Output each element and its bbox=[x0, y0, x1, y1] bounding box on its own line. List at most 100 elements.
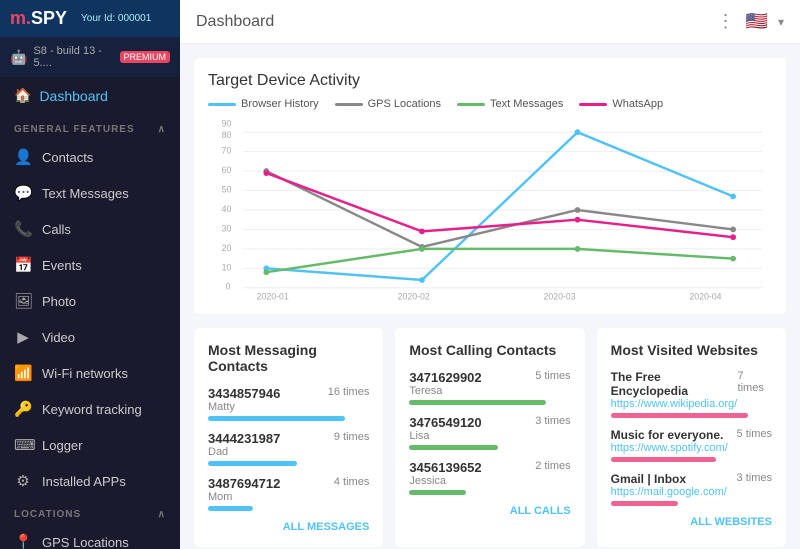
calling-contact-1-info: 3471629902 Teresa bbox=[409, 370, 481, 397]
website-bar-2 bbox=[611, 457, 716, 462]
website-2-url[interactable]: https://www.spotify.com/ bbox=[611, 442, 728, 454]
nav-item-wifi[interactable]: 📶 Wi-Fi networks bbox=[0, 355, 180, 391]
svg-text:90: 90 bbox=[222, 120, 232, 128]
messaging-contact-1-info: 3434857946 Matty bbox=[208, 386, 280, 413]
wifi-icon: 📶 bbox=[14, 364, 32, 382]
legend-color-gps bbox=[335, 103, 363, 106]
all-websites-link[interactable]: ALL WEBSITES bbox=[611, 516, 772, 528]
dashboard-label: Dashboard bbox=[39, 88, 108, 104]
all-messages-link[interactable]: ALL MESSAGES bbox=[208, 521, 369, 533]
topbar: Dashboard ⋮ 🇺🇸 ▾ bbox=[180, 0, 800, 44]
messaging-bar-2 bbox=[208, 461, 297, 466]
apps-icon: ⚙ bbox=[14, 472, 32, 490]
logo-area: m.SPY Your Id: 000001 bbox=[0, 0, 180, 37]
nav-item-contacts[interactable]: 👤 Contacts bbox=[0, 139, 180, 175]
flag-icon[interactable]: 🇺🇸 bbox=[746, 11, 768, 32]
nav-item-keyword-tracking[interactable]: 🔑 Keyword tracking bbox=[0, 391, 180, 427]
calling-contact-2-row: 3476549120 Lisa 3 times bbox=[409, 415, 570, 442]
calling-contact-3-row: 3456139652 Jessica 2 times bbox=[409, 460, 570, 487]
svg-text:40: 40 bbox=[222, 204, 232, 214]
legend-label-whatsapp: WhatsApp bbox=[612, 98, 663, 110]
svg-text:80: 80 bbox=[222, 130, 232, 140]
messaging-contact-1-name: Matty bbox=[208, 401, 280, 413]
messaging-bar-3 bbox=[208, 506, 253, 511]
video-icon: ▶ bbox=[14, 328, 32, 346]
messaging-contact-2-info: 3444231987 Dad bbox=[208, 431, 280, 458]
legend-label-gps: GPS Locations bbox=[368, 98, 441, 110]
website-1-info: The Free Encyclopedia https://www.wikipe… bbox=[611, 370, 738, 410]
all-calls-link[interactable]: ALL CALLS bbox=[409, 505, 570, 517]
messaging-contacts-card: Most Messaging Contacts 3434857946 Matty… bbox=[194, 328, 383, 547]
messaging-contact-3-number: 3487694712 bbox=[208, 476, 280, 491]
locations-label: LOCATIONS bbox=[14, 509, 81, 520]
calling-bar-3 bbox=[409, 490, 465, 495]
messaging-contact-1-row: 3434857946 Matty 16 times bbox=[208, 386, 369, 413]
calling-contact-2: 3476549120 Lisa 3 times bbox=[409, 415, 570, 450]
legend-gps: GPS Locations bbox=[335, 98, 441, 110]
gps-icon: 📍 bbox=[14, 533, 32, 549]
calling-contact-2-number: 3476549120 bbox=[409, 415, 481, 430]
device-name: S8 - build 13 - 5.... bbox=[33, 45, 109, 69]
legend-browser-history: Browser History bbox=[208, 98, 319, 110]
calling-contact-2-count: 3 times bbox=[535, 415, 570, 442]
calling-card-title: Most Calling Contacts bbox=[409, 342, 570, 358]
nav-item-logger[interactable]: ⌨ Logger bbox=[0, 427, 180, 463]
dots-menu[interactable]: ⋮ bbox=[717, 11, 736, 32]
calling-bar-1 bbox=[409, 400, 546, 405]
svg-text:2020-01: 2020-01 bbox=[257, 291, 289, 300]
svg-text:70: 70 bbox=[222, 146, 232, 156]
messaging-contact-2-row: 3444231987 Dad 9 times bbox=[208, 431, 369, 458]
website-1-url[interactable]: https://www.wikipedia.org/ bbox=[611, 398, 738, 410]
legend-color-whatsapp bbox=[579, 103, 607, 106]
logger-icon: ⌨ bbox=[14, 436, 32, 454]
website-2-count: 5 times bbox=[737, 428, 772, 440]
calling-contact-3-number: 3456139652 bbox=[409, 460, 481, 475]
nav-item-video[interactable]: ▶ Video bbox=[0, 319, 180, 355]
messaging-contact-2-count: 9 times bbox=[334, 431, 369, 458]
nav-item-photo[interactable]: 🖼 Photo bbox=[0, 283, 180, 319]
website-1: The Free Encyclopedia https://www.wikipe… bbox=[611, 370, 772, 418]
nav-item-text-messages[interactable]: 💬 Text Messages bbox=[0, 175, 180, 211]
text-messages-label: Text Messages bbox=[42, 186, 129, 201]
nav-item-gps[interactable]: 📍 GPS Locations bbox=[0, 524, 180, 549]
messaging-card-title: Most Messaging Contacts bbox=[208, 342, 369, 374]
nav-item-installed-apps[interactable]: ⚙ Installed APPs bbox=[0, 463, 180, 499]
page-title: Dashboard bbox=[196, 13, 274, 31]
website-3-info: Gmail | Inbox https://mail.google.com/ bbox=[611, 472, 727, 498]
calling-contact-3-info: 3456139652 Jessica bbox=[409, 460, 481, 487]
calling-contact-1-row: 3471629902 Teresa 5 times bbox=[409, 370, 570, 397]
legend-whatsapp: WhatsApp bbox=[579, 98, 663, 110]
websites-card: Most Visited Websites The Free Encyclope… bbox=[597, 328, 786, 547]
contacts-label: Contacts bbox=[42, 150, 93, 165]
chart-title: Target Device Activity bbox=[208, 72, 772, 90]
stats-cards-row: Most Messaging Contacts 3434857946 Matty… bbox=[194, 328, 786, 547]
collapse-icon[interactable]: ∧ bbox=[158, 124, 166, 135]
photo-icon: 🖼 bbox=[14, 292, 32, 310]
messages-icon: 💬 bbox=[14, 184, 32, 202]
locations-collapse-icon[interactable]: ∧ bbox=[158, 509, 166, 520]
legend-color-browser bbox=[208, 103, 236, 106]
calling-contact-3-count: 2 times bbox=[535, 460, 570, 487]
messaging-bar-1 bbox=[208, 416, 345, 421]
nav-item-events[interactable]: 📅 Events bbox=[0, 247, 180, 283]
user-id: Your Id: 000001 bbox=[81, 13, 151, 24]
nav-item-calls[interactable]: 📞 Calls bbox=[0, 211, 180, 247]
premium-badge: PREMIUM bbox=[120, 51, 171, 63]
topbar-right: ⋮ 🇺🇸 ▾ bbox=[717, 11, 784, 32]
calling-contacts-card: Most Calling Contacts 3471629902 Teresa … bbox=[395, 328, 584, 547]
keyword-label: Keyword tracking bbox=[42, 402, 142, 417]
messaging-contact-2: 3444231987 Dad 9 times bbox=[208, 431, 369, 466]
calls-label: Calls bbox=[42, 222, 71, 237]
website-1-title: The Free Encyclopedia bbox=[611, 370, 738, 398]
device-row: 🤖 S8 - build 13 - 5.... PREMIUM bbox=[0, 37, 180, 77]
calling-contact-2-name: Lisa bbox=[409, 430, 481, 442]
chart-canvas: 0 10 20 30 40 50 60 70 80 90 bbox=[208, 120, 772, 300]
legend-label-text: Text Messages bbox=[490, 98, 563, 110]
messaging-contact-3: 3487694712 Mom 4 times bbox=[208, 476, 369, 511]
sidebar-item-dashboard[interactable]: 🏠 Dashboard bbox=[0, 77, 180, 114]
main-content: Dashboard ⋮ 🇺🇸 ▾ Target Device Activity … bbox=[180, 0, 800, 549]
calling-contact-3-name: Jessica bbox=[409, 475, 481, 487]
website-3-url[interactable]: https://mail.google.com/ bbox=[611, 486, 727, 498]
dropdown-icon[interactable]: ▾ bbox=[778, 15, 784, 29]
sidebar: m.SPY Your Id: 000001 🤖 S8 - build 13 - … bbox=[0, 0, 180, 549]
